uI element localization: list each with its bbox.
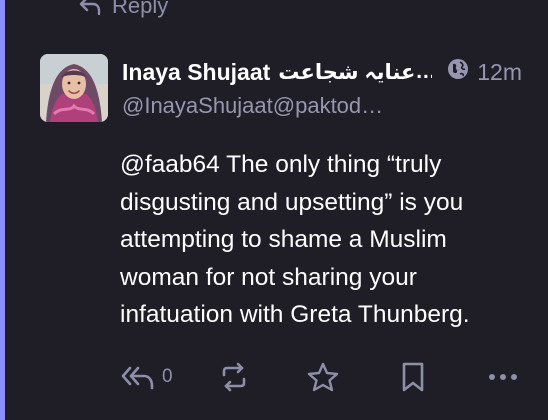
display-name-ellipsis: …	[415, 60, 432, 84]
author-handle[interactable]: @InayaShujaat@paktod…	[122, 93, 412, 119]
post-line: disgusting and upsetting” is you	[120, 188, 464, 216]
post-meta[interactable]: 12m	[447, 58, 522, 86]
display-name: Inaya Shujaat	[122, 58, 271, 85]
boost-icon	[218, 362, 250, 392]
display-name-urdu: عنایہ شجاعت	[278, 60, 416, 84]
post-line: attempting to shame a Muslim	[120, 226, 447, 253]
bookmark-button[interactable]	[400, 355, 426, 399]
post-line: infatuation with Greta Thunberg.	[120, 301, 470, 328]
more-button[interactable]	[488, 355, 518, 399]
more-icon	[488, 372, 518, 382]
reply-link-label: Reply	[112, 0, 169, 18]
post-line: @faab64 The only thing “truly	[120, 151, 442, 178]
avatar[interactable]	[40, 54, 108, 122]
post-content: @faab64 The only thing “truly disgusting…	[120, 146, 520, 334]
reply-button[interactable]: 0	[120, 355, 173, 399]
reply-all-icon	[120, 362, 156, 392]
favourite-button[interactable]	[306, 355, 340, 399]
globe-icon	[447, 58, 469, 86]
bookmark-icon	[400, 361, 426, 393]
reply-link[interactable]: Reply	[78, 0, 168, 20]
reply-arrow-icon	[78, 0, 102, 17]
post-time: 12m	[477, 58, 522, 85]
star-icon	[306, 361, 340, 393]
app-screen: Reply Inaya Shujaat عنایہ شجاعت …	[0, 0, 548, 420]
reply-count: 0	[162, 366, 173, 387]
post-line: woman for not sharing your	[120, 263, 417, 291]
author-name-row[interactable]: Inaya Shujaat عنایہ شجاعت …	[122, 55, 432, 89]
boost-button[interactable]	[218, 355, 250, 399]
post-actions-bar: 0	[0, 355, 548, 399]
